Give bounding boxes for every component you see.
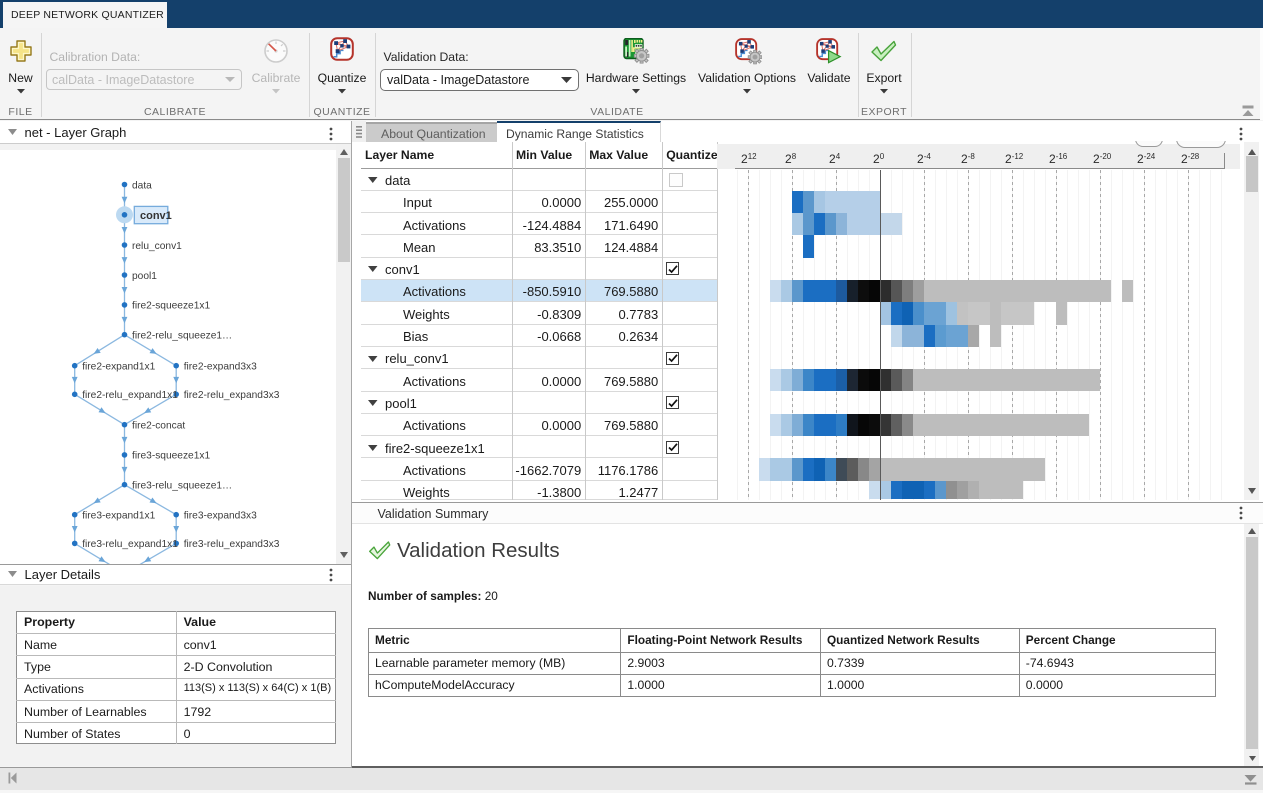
svg-text:fire2-relu_squeeze1…: fire2-relu_squeeze1… — [132, 330, 232, 341]
svg-text:fire3-relu_squeeze1…: fire3-relu_squeeze1… — [132, 480, 232, 491]
svg-text:fire2-squeeze1x1: fire2-squeeze1x1 — [132, 300, 210, 311]
svg-text:fire3-relu_expand1x1: fire3-relu_expand1x1 — [82, 539, 178, 550]
svg-text:pool1: pool1 — [132, 270, 157, 281]
svg-text:fire3-expand1x1: fire3-expand1x1 — [82, 510, 155, 521]
svg-text:fire2-concat: fire2-concat — [132, 420, 185, 431]
svg-text:fire2-relu_expand1x1: fire2-relu_expand1x1 — [82, 390, 178, 401]
svg-text:fire3-relu_expand3x3: fire3-relu_expand3x3 — [184, 539, 280, 550]
svg-text:relu_conv1: relu_conv1 — [132, 240, 182, 251]
svg-text:fire3-expand3x3: fire3-expand3x3 — [184, 510, 257, 521]
svg-text:fire2-relu_expand3x3: fire2-relu_expand3x3 — [184, 390, 280, 401]
svg-text:fire2-expand1x1: fire2-expand1x1 — [82, 361, 155, 372]
svg-text:conv1: conv1 — [140, 209, 172, 221]
svg-text:fire3-squeeze1x1: fire3-squeeze1x1 — [132, 450, 210, 461]
svg-text:data: data — [132, 180, 152, 191]
svg-text:fire2-expand3x3: fire2-expand3x3 — [184, 361, 257, 372]
